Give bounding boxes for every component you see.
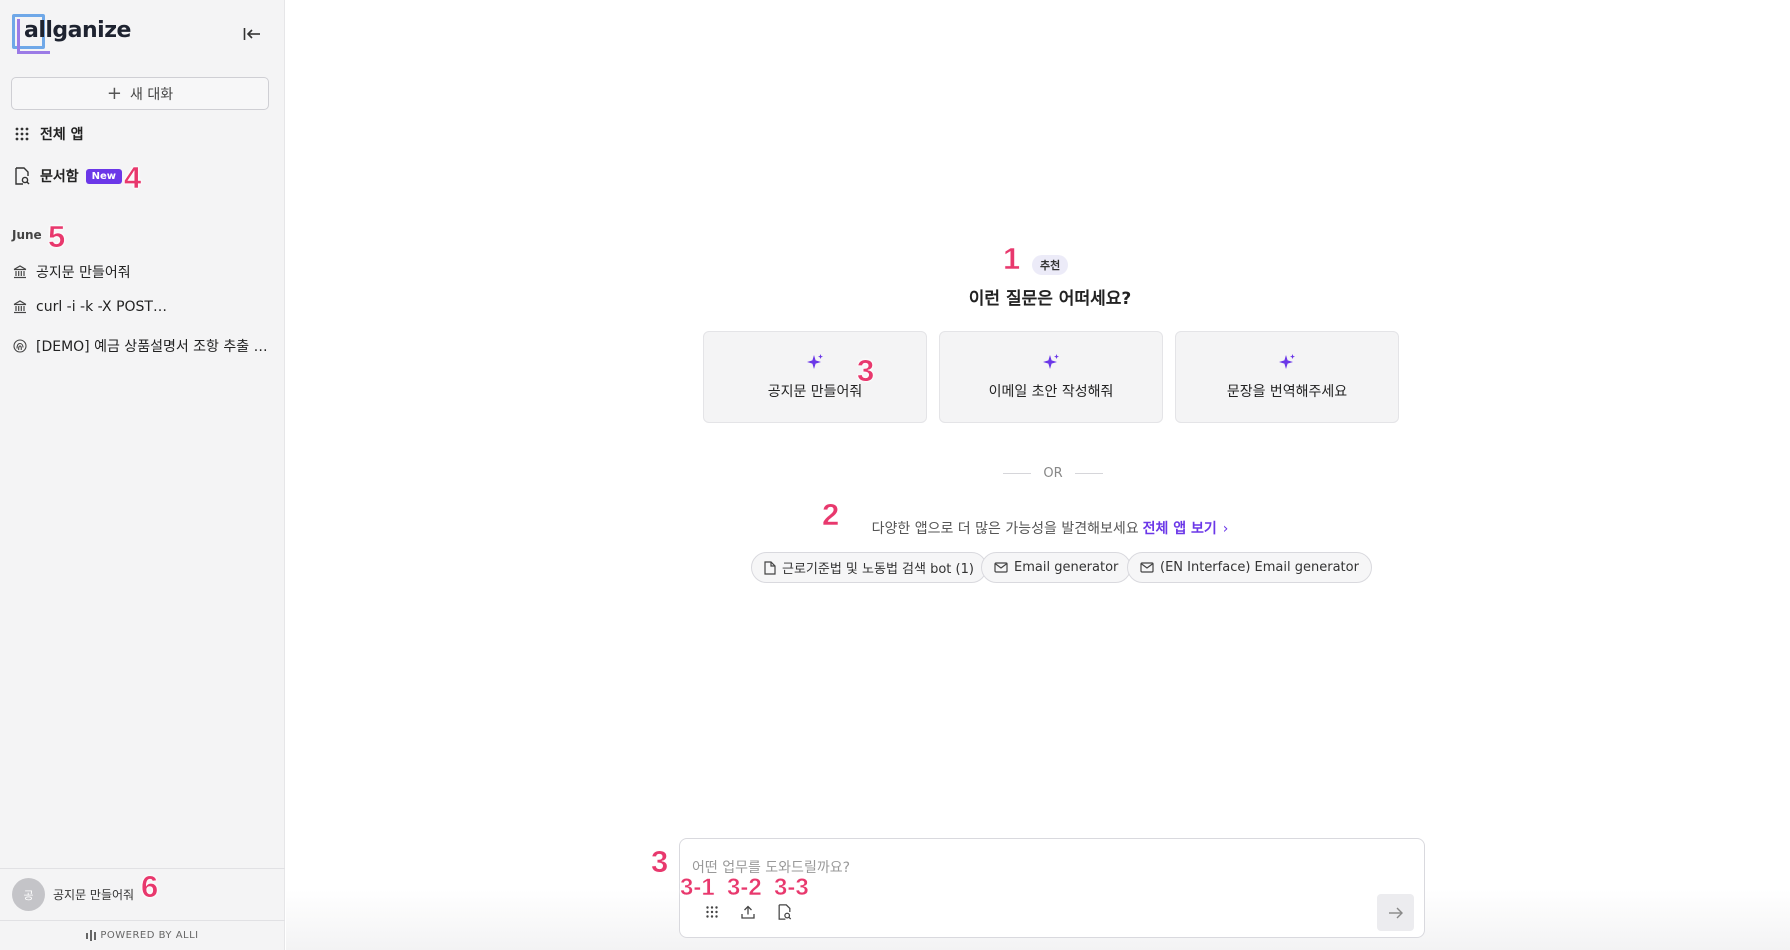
or-divider: OR (1003, 466, 1103, 481)
discover-text: 다양한 앱으로 더 많은 가능성을 발견해보세요 (871, 521, 1139, 537)
annotation-label: 5 (48, 219, 66, 254)
allganize-logo[interactable]: allganize (12, 14, 131, 54)
annotation-label: 3 (651, 844, 669, 879)
collapse-sidebar-icon[interactable] (240, 22, 264, 46)
discover-apps-row: 다양한 앱으로 더 많은 가능성을 발견해보세요 전체 앱 보기 › (700, 518, 1400, 538)
all-apps-link[interactable]: 전체 앱 (13, 124, 84, 144)
mail-icon (994, 561, 1008, 574)
history-item[interactable]: 공지문 만들어줘 (12, 262, 278, 282)
send-button[interactable] (1377, 894, 1414, 931)
history-item-label: [DEMO] 예금 상품설명서 조항 추출 및… (36, 339, 278, 355)
powered-by-text: POWERED BY ALLI (100, 930, 199, 941)
history-item-label: 공지문 만들어줘 (36, 265, 131, 281)
suggestion-card[interactable]: 문장을 번역해주세요 (1175, 331, 1399, 423)
grid-icon (13, 125, 31, 143)
suggestion-card[interactable]: 이메일 초안 작성해줘 (939, 331, 1163, 423)
suggestion-label: 이메일 초안 작성해줘 (988, 384, 1114, 400)
mail-icon (1140, 561, 1154, 574)
annotation-label: 3-1 (680, 874, 715, 901)
app-chip-label: Email generator (1014, 560, 1119, 575)
history-item-label: curl -i -k -X POST… (36, 299, 167, 315)
chevron-right-icon: › (1222, 521, 1229, 537)
document-search-icon[interactable] (772, 900, 796, 924)
annotation-label: 6 (141, 869, 159, 904)
upload-icon[interactable] (736, 900, 760, 924)
app-chip[interactable]: 근로기준법 및 노동법 검색 bot (1) (751, 552, 987, 583)
document-search-icon (13, 167, 31, 185)
app-chip[interactable]: (EN Interface) Email generator (1127, 552, 1372, 583)
suggestion-label: 문장을 번역해주세요 (1226, 384, 1348, 400)
fingerprint-icon (12, 338, 28, 354)
chat-input-placeholder[interactable]: 어떤 업무를 도와드릴까요? (692, 857, 850, 877)
annotation-label: 2 (822, 497, 840, 532)
annotation-label: 3 (857, 353, 875, 388)
app-chip[interactable]: Email generator (981, 552, 1132, 583)
sparkle-icon (806, 353, 824, 373)
plus-icon: + (106, 82, 122, 104)
suggestion-label: 공지문 만들어줘 (767, 384, 863, 400)
new-chat-label: 새 대화 (130, 86, 174, 103)
sparkle-icon (1278, 353, 1296, 373)
sidebar: allganize + 새 대화 전체 앱 문서함 New June 공지문 만… (0, 0, 285, 950)
apps-grid-icon[interactable] (700, 900, 724, 924)
sparkle-icon (1042, 353, 1060, 373)
new-badge: New (85, 168, 123, 184)
bank-icon (12, 264, 28, 280)
new-chat-button[interactable]: + 새 대화 (11, 77, 269, 110)
recommend-badge: 추천 (1032, 255, 1069, 275)
alli-logo-icon (86, 930, 97, 941)
suggestion-card[interactable]: 공지문 만들어줘 (703, 331, 927, 423)
docbox-label: 문서함 (40, 169, 79, 185)
or-label: OR (1043, 466, 1063, 481)
history-item[interactable]: curl -i -k -X POST… (12, 299, 278, 315)
document-icon (764, 560, 776, 575)
history-section-label: June (12, 228, 42, 242)
annotation-label: 1 (1003, 241, 1021, 276)
annotation-label: 3-3 (774, 874, 809, 901)
app-chip-label: 근로기준법 및 노동법 검색 bot (1) (782, 562, 974, 577)
view-all-apps-link[interactable]: 전체 앱 보기 (1143, 521, 1217, 537)
suggestion-heading: 이런 질문은 어떠세요? (968, 289, 1132, 309)
annotation-label: 4 (124, 160, 142, 195)
bank-icon (12, 299, 28, 315)
logo-text: allganize (24, 18, 131, 43)
app-chip-label: (EN Interface) Email generator (1160, 560, 1359, 575)
avatar: 공 (12, 878, 45, 911)
all-apps-label: 전체 앱 (40, 127, 84, 143)
user-name: 공지문 만들어줘 (53, 888, 135, 902)
history-item[interactable]: [DEMO] 예금 상품설명서 조항 추출 및… (12, 336, 278, 356)
annotation-label: 3-2 (727, 874, 762, 901)
powered-by-footer: POWERED BY ALLI (0, 920, 285, 950)
docbox-link[interactable]: 문서함 New (13, 166, 123, 186)
